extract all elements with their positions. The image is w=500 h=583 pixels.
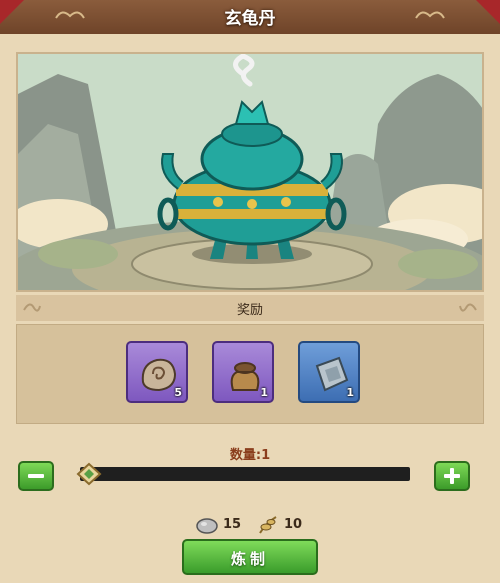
- rewards-section-header: 奖励: [16, 295, 484, 321]
- rewards-title: 奖励: [236, 303, 263, 318]
- page-title: 玄龟丹: [224, 9, 276, 29]
- cauldron-scene: [16, 52, 484, 292]
- reward-count: 1: [346, 386, 354, 399]
- plus-icon-vertical: [450, 468, 454, 484]
- stone-icon: [196, 518, 218, 534]
- cost-value: 15: [223, 517, 242, 532]
- cost-row: 15 10: [0, 515, 500, 535]
- cost-value: 10: [284, 517, 303, 532]
- minus-icon: [28, 474, 44, 478]
- craft-button-label: 炼制: [230, 550, 269, 568]
- slider-thumb[interactable]: [76, 462, 102, 486]
- herb-icon: [259, 516, 277, 534]
- reward-item-stone[interactable]: 5: [126, 341, 188, 403]
- increase-button[interactable]: [434, 461, 470, 491]
- quantity-label: 数量:1: [229, 448, 271, 463]
- decrease-button[interactable]: [18, 461, 54, 491]
- reward-item-ingot[interactable]: 1: [298, 341, 360, 403]
- craft-button[interactable]: 炼制: [182, 539, 318, 575]
- quantity-slider-track[interactable]: [80, 467, 410, 481]
- reward-count: 1: [260, 386, 268, 399]
- reward-item-pouch[interactable]: 1: [212, 341, 274, 403]
- cauldron-illustration: [18, 54, 482, 290]
- title-bar: 玄龟丹: [0, 0, 500, 36]
- reward-count: 5: [174, 386, 182, 399]
